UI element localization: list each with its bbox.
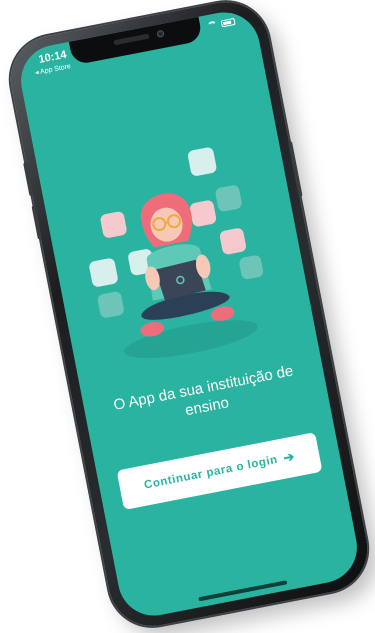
tile <box>219 228 246 255</box>
battery-icon <box>220 17 236 27</box>
tile <box>187 147 217 176</box>
continue-to-login-button[interactable]: Continuar para o login ➔ <box>116 432 323 510</box>
front-camera <box>156 29 165 38</box>
tile <box>215 185 242 212</box>
speaker <box>113 33 150 46</box>
app-screenshot: 10:14 ◂ App Store O App da sua instituiç… <box>0 0 375 633</box>
onboarding-illustration <box>89 147 264 359</box>
continue-to-login-label: Continuar para o login <box>143 453 279 492</box>
floor-shadow <box>124 320 258 359</box>
phone-mockup: 10:14 ◂ App Store O App da sua instituiç… <box>3 0 375 633</box>
wifi-icon <box>207 20 218 30</box>
tile <box>190 200 217 227</box>
status-icons <box>207 17 236 30</box>
tile <box>97 291 124 318</box>
phone-screen: 10:14 ◂ App Store O App da sua instituiç… <box>14 6 364 622</box>
arrow-right-icon: ➔ <box>281 448 297 466</box>
tile <box>239 255 264 280</box>
tile <box>100 211 127 238</box>
tile <box>89 258 118 287</box>
